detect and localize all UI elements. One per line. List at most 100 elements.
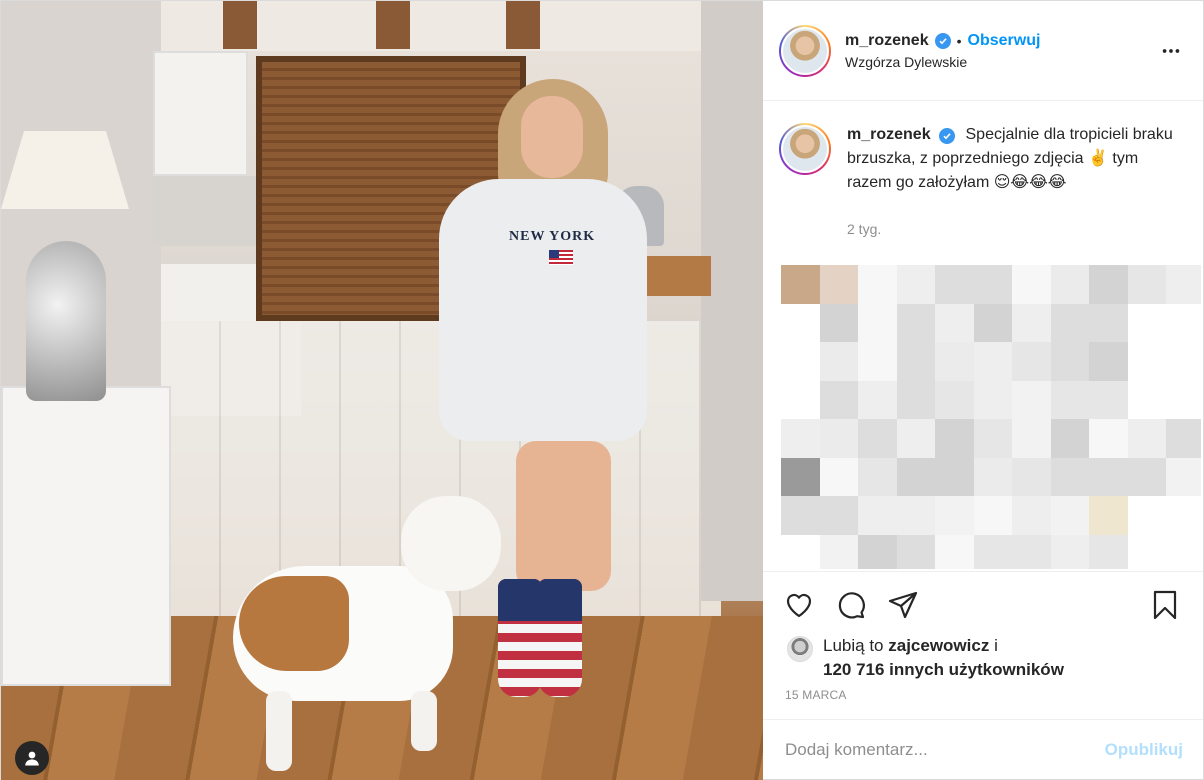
pixel-block bbox=[1127, 380, 1167, 420]
save-button[interactable] bbox=[1147, 587, 1183, 623]
pixel-block bbox=[935, 380, 975, 420]
pixel-block bbox=[1012, 380, 1052, 420]
likes-connector: i bbox=[989, 636, 998, 655]
pixel-block bbox=[1012, 419, 1052, 459]
pixel-block bbox=[973, 380, 1013, 420]
user-icon bbox=[25, 751, 39, 766]
pixel-block bbox=[819, 419, 859, 459]
pixel-block bbox=[1166, 303, 1201, 343]
follow-button[interactable]: Obserwuj bbox=[968, 32, 1041, 50]
photo-dog-patch bbox=[239, 576, 349, 671]
caption-time[interactable]: 2 tyg. bbox=[847, 217, 1177, 241]
pixel-block bbox=[1089, 342, 1129, 382]
pixel-block bbox=[1089, 496, 1129, 536]
photo-woman-face bbox=[521, 96, 583, 178]
pixel-block bbox=[1166, 534, 1201, 569]
pixel-block bbox=[1012, 457, 1052, 497]
photo-dog-leg bbox=[266, 691, 292, 771]
photo-backsplash bbox=[153, 176, 258, 246]
likes-summary: Lubią to zajcewowicz i 120 716 innych uż… bbox=[763, 624, 1203, 682]
pixel-block bbox=[819, 265, 859, 305]
pixel-block bbox=[819, 457, 859, 497]
post-comment-button[interactable]: Opublikuj bbox=[1105, 740, 1183, 760]
pixel-block bbox=[935, 265, 975, 305]
pixel-block bbox=[896, 496, 936, 536]
pixel-block bbox=[858, 534, 898, 569]
tagged-users-button[interactable] bbox=[15, 741, 49, 775]
photo-cabinets bbox=[153, 51, 248, 176]
photo-sock bbox=[538, 579, 582, 697]
pixel-block bbox=[1089, 303, 1129, 343]
pixel-block bbox=[935, 496, 975, 536]
pixel-block bbox=[973, 303, 1013, 343]
pixel-block bbox=[896, 303, 936, 343]
photo-flag bbox=[549, 250, 573, 265]
caption-username[interactable]: m_rozenek bbox=[847, 126, 931, 143]
author-info: m_rozenek • Obserwuj Wzgórza Dylewskie bbox=[845, 32, 1159, 70]
likes-prefix: Lubią to bbox=[823, 636, 889, 655]
action-icons bbox=[763, 572, 1203, 624]
pixel-block bbox=[896, 534, 936, 569]
pixel-block bbox=[781, 265, 821, 305]
pixel-block bbox=[1127, 303, 1167, 343]
comment-icon bbox=[838, 592, 865, 619]
heart-icon bbox=[786, 593, 812, 618]
author-avatar[interactable] bbox=[779, 24, 831, 77]
liker-avatar[interactable] bbox=[787, 636, 813, 662]
post-side-panel: m_rozenek • Obserwuj Wzgórza Dylewskie m… bbox=[763, 1, 1203, 779]
share-button[interactable] bbox=[885, 587, 921, 623]
pixel-block bbox=[973, 457, 1013, 497]
pixel-block bbox=[1127, 457, 1167, 497]
pixel-block bbox=[781, 342, 821, 382]
pixel-block bbox=[1127, 496, 1167, 536]
photo-dog-head bbox=[401, 496, 501, 591]
more-options-icon bbox=[1162, 48, 1180, 53]
pixelated-comments-area bbox=[781, 265, 1201, 569]
photo-console-table bbox=[1, 386, 171, 686]
more-options-button[interactable] bbox=[1159, 39, 1183, 63]
photo-right-wall bbox=[701, 1, 763, 601]
instagram-post-modal: NEW YORK m_rozenek • Obserwuj Wzgórza Dy… bbox=[0, 0, 1204, 780]
pixel-block bbox=[1012, 265, 1052, 305]
likes-count[interactable]: 120 716 innych użytkowników bbox=[823, 660, 1064, 679]
pixel-block bbox=[858, 380, 898, 420]
caption-author-avatar[interactable] bbox=[779, 123, 831, 175]
pixel-block bbox=[781, 534, 821, 569]
pixel-block bbox=[1012, 496, 1052, 536]
photo-sock bbox=[498, 579, 542, 697]
verified-badge-icon bbox=[934, 32, 951, 49]
comment-input[interactable] bbox=[785, 739, 1105, 760]
photo-beam bbox=[506, 1, 540, 49]
pixel-block bbox=[1050, 265, 1090, 305]
pixel-block bbox=[1012, 342, 1052, 382]
pixel-block bbox=[973, 534, 1013, 569]
pixel-block bbox=[858, 419, 898, 459]
pixel-block bbox=[973, 265, 1013, 305]
pixel-block bbox=[1050, 496, 1090, 536]
author-username[interactable]: m_rozenek bbox=[845, 32, 929, 50]
bookmark-icon bbox=[1153, 590, 1177, 620]
photo-beam bbox=[223, 1, 257, 49]
post-actions: Lubią to zajcewowicz i 120 716 innych uż… bbox=[763, 571, 1203, 719]
post-date[interactable]: 15 MARCA bbox=[763, 682, 1203, 702]
post-location[interactable]: Wzgórza Dylewskie bbox=[845, 54, 1159, 70]
pixel-block bbox=[1166, 265, 1201, 305]
pixel-block bbox=[1050, 342, 1090, 382]
pixel-block bbox=[935, 534, 975, 569]
like-button[interactable] bbox=[781, 587, 817, 623]
pixel-block bbox=[973, 342, 1013, 382]
pixel-block bbox=[819, 534, 859, 569]
pixel-block bbox=[819, 342, 859, 382]
post-photo[interactable]: NEW YORK bbox=[1, 1, 763, 780]
photo-dog-leg bbox=[411, 691, 437, 751]
comment-box: Opublikuj bbox=[763, 719, 1203, 779]
pixel-block bbox=[858, 342, 898, 382]
pixel-block bbox=[781, 380, 821, 420]
pixel-block bbox=[1089, 457, 1129, 497]
header-separator: • bbox=[956, 32, 962, 49]
liker-username[interactable]: zajcewowicz bbox=[888, 636, 989, 655]
photo-lamp-base bbox=[26, 241, 106, 401]
photo-sweater-text: NEW YORK bbox=[509, 229, 596, 244]
comment-button[interactable] bbox=[833, 587, 869, 623]
pixel-block bbox=[819, 380, 859, 420]
